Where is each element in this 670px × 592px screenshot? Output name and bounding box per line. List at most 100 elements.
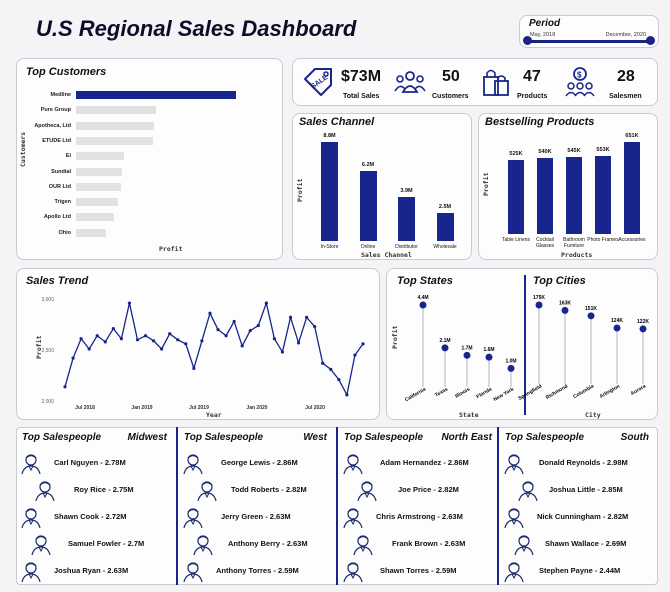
state-point <box>419 301 427 309</box>
bar-value-label: 8.8M <box>323 133 336 139</box>
salesperson-name: Joe Price - 2.82M <box>398 485 459 494</box>
salesperson-row: Chris Armstrong - 2.63M <box>342 506 493 528</box>
top-states-cities-chart: 4.4M California 2.1M Texas 1.7M Illinois 1.6M F… <box>404 295 649 403</box>
state-point <box>507 364 515 372</box>
salespeople-title: Top Salespeople <box>505 432 585 443</box>
bar-value-label: 540K <box>538 148 552 155</box>
customer-label: Pure Group <box>40 107 71 114</box>
kpi-total-sales-label: Total Sales <box>343 93 380 100</box>
salesperson-row: Nick Cunningham - 2.82M <box>503 506 654 528</box>
customer-bar <box>76 136 153 145</box>
period-end-label: December, 2020 <box>605 32 646 38</box>
bestselling-xlabel: Products <box>561 251 593 259</box>
salespeople-region: North East <box>441 432 492 443</box>
salesmen-icon: $ <box>565 67 595 97</box>
trend-x-tick: Jul 2018 <box>75 405 95 411</box>
salesperson-name: Shawn Cook - 2.72M <box>54 512 127 521</box>
person-avatar-icon <box>193 535 213 555</box>
trend-point <box>361 342 365 346</box>
salesperson-row: Todd Roberts - 2.82M <box>196 479 346 501</box>
city-point <box>587 312 595 320</box>
city-category-label: Columbia <box>572 383 595 400</box>
customer-bar <box>76 198 118 207</box>
salespeople-title: Top Salespeople <box>184 432 264 443</box>
trend-point <box>280 350 285 354</box>
top-customers-xlabel: Profit <box>159 245 183 253</box>
person-avatar-icon <box>343 508 363 528</box>
state-value-label: 1.6M <box>483 347 494 353</box>
svg-text:$: $ <box>577 71 582 80</box>
person-avatar-icon <box>343 454 363 474</box>
salesperson-name: Adam Hernandez - 2.86M <box>380 458 469 467</box>
salesperson-row: Roy Rice - 2.75M <box>34 479 184 501</box>
person-avatar-icon <box>21 508 41 528</box>
sales-channel-xlabel: Sales Channel <box>361 251 412 259</box>
city-value-label: 175K <box>533 295 545 301</box>
salesperson-name: Anthony Torres - 2.59M <box>216 566 299 575</box>
trend-x-tick: Jul 2020 <box>305 405 325 411</box>
bar-category-label: Online <box>360 244 376 250</box>
salesperson-row: Shawn Wallace - 2.69M <box>513 533 664 555</box>
trend-point <box>248 329 252 333</box>
person-avatar-icon <box>504 454 524 474</box>
salesperson-name: Anthony Berry - 2.63M <box>228 539 308 548</box>
salespeople-region: South <box>620 432 649 443</box>
period-start-handle[interactable] <box>523 36 532 45</box>
dashboard-title: U.S Regional Sales Dashboard <box>36 16 357 41</box>
salesperson-row: Jerry Green - 2.63M <box>182 506 332 528</box>
bar-value-label: 651K <box>625 133 639 139</box>
salesperson-name: Shawn Wallace - 2.69M <box>545 539 627 548</box>
salespeople-card-south: Top Salespeople South Donald Reynolds - 2.… <box>497 427 658 585</box>
trend-point <box>127 301 132 305</box>
customer-bar <box>76 106 156 115</box>
person-avatar-icon <box>21 562 41 582</box>
bar-category-label: Distributor <box>395 244 418 250</box>
salesperson-row: Adam Hernandez - 2.86M <box>342 452 493 474</box>
top-customers-title: Top Customers <box>26 66 107 78</box>
kpi-salesmen-label: Salesmen <box>609 93 642 100</box>
period-slicer[interactable]: Period May, 2018 December, 2020 <box>519 15 659 48</box>
person-avatar-icon <box>21 454 41 474</box>
person-avatar-icon <box>518 481 538 501</box>
bar <box>537 157 553 234</box>
trend-point <box>337 377 341 382</box>
kpi-total-sales-value: $73M <box>341 68 382 85</box>
trend-point <box>256 323 260 328</box>
period-slider-track[interactable] <box>527 40 651 43</box>
trend-point <box>288 315 293 319</box>
customer-label: Apotheca, Ltd <box>34 122 71 129</box>
trend-point <box>63 385 67 389</box>
sales-channel-title: Sales Channel <box>299 116 375 128</box>
state-category-label: California <box>404 386 427 403</box>
bar <box>595 155 611 234</box>
city-category-label: Springfield <box>517 384 543 402</box>
trend-line <box>64 300 364 397</box>
bar-value-label: 6.2M <box>361 162 375 169</box>
state-value-label: 4.4M <box>417 295 428 301</box>
customer-label: Trigen <box>54 199 71 206</box>
state-category-label: Florida <box>476 386 494 400</box>
trend-point <box>272 337 277 341</box>
trend-point <box>71 356 75 360</box>
salespeople-title: Top Salespeople <box>344 432 424 443</box>
kpi-customers-label: Customers <box>432 93 469 100</box>
bar <box>624 142 640 234</box>
bestselling-ylabel: Profit <box>482 172 490 196</box>
person-avatar-icon <box>183 508 203 528</box>
trend-x-tick: Jan 2019 <box>131 405 152 411</box>
salesperson-row: Carl Nguyen - 2.78M <box>20 452 170 474</box>
salespeople-region: Midwest <box>127 432 167 443</box>
sale-tag-icon: SALE <box>304 68 332 96</box>
customer-bar <box>76 167 123 176</box>
state-value-label: 2.1M <box>439 338 450 344</box>
customer-bar <box>76 91 236 99</box>
period-end-handle[interactable] <box>646 36 655 45</box>
bestselling-products-card: Bestselling Products Profit Products 525… <box>478 113 658 260</box>
city-point <box>561 306 569 314</box>
trend-point <box>321 361 325 365</box>
sales-channel-ylabel: Profit <box>296 178 304 202</box>
trend-point <box>296 341 301 345</box>
person-avatar-icon <box>343 562 363 582</box>
trend-point <box>305 315 309 319</box>
state-value-label: 1.7M <box>461 345 472 351</box>
